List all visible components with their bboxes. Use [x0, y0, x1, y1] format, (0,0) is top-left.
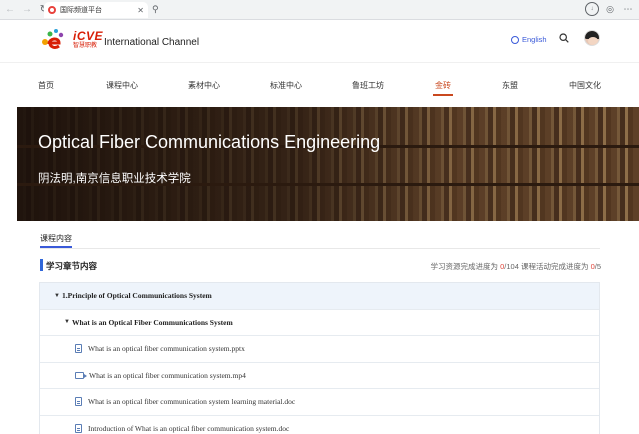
nav-item-home[interactable]: 首页 — [38, 80, 54, 91]
main-navigation: 首页 课程中心 素材中心 标准中心 鲁班工坊 金砖 东盟 中国文化 — [0, 62, 639, 107]
logo-subtitle: 智慧职教 — [73, 43, 98, 49]
resource-title: What is an optical fiber communication s… — [89, 370, 246, 380]
browser-tab[interactable]: 国际频道平台 ✕ — [44, 2, 148, 18]
forward-arrow-icon[interactable]: → — [20, 3, 34, 17]
chapter-title: 1.Principle of Optical Communications Sy… — [62, 291, 212, 301]
search-icon[interactable] — [559, 33, 569, 43]
nav-item-courses[interactable]: 课程中心 — [106, 80, 138, 91]
language-switch[interactable]: English — [511, 35, 547, 44]
favicon-icon — [48, 6, 56, 14]
tab-divider — [40, 248, 600, 249]
section-row[interactable]: ▼ What is an Optical Fiber Communication… — [40, 310, 599, 336]
user-avatar[interactable] — [584, 30, 600, 46]
globe-icon[interactable]: ◎ — [603, 2, 617, 16]
resource-title: What is an optical fiber communication s… — [88, 344, 245, 354]
resource-row[interactable]: What is an optical fiber communication s… — [40, 363, 599, 389]
channel-name: International Channel — [104, 37, 200, 48]
logo-wordmark: iCVE — [73, 29, 104, 43]
activity-progress-total: /5 — [594, 262, 601, 271]
close-tab-icon[interactable]: ✕ — [137, 6, 144, 15]
nav-item-standards[interactable]: 标准中心 — [270, 80, 302, 91]
site-header: iCVE 智慧职教 International Channel English — [0, 20, 639, 62]
course-author: 阴法明,南京信息职业技术学院 — [38, 173, 191, 185]
resource-progress-total: /104 — [504, 262, 519, 271]
nav-item-luban[interactable]: 鲁班工坊 — [352, 80, 384, 91]
caret-down-icon[interactable]: ▼ — [54, 293, 62, 299]
resource-title: Introduction of What is an optical fiber… — [88, 423, 290, 433]
chapter-row[interactable]: ▼ 1.Principle of Optical Communications … — [40, 283, 599, 310]
progress-summary: 学习资源完成进度为 0/104 课程活动完成进度为 0/5 — [430, 262, 601, 271]
browser-toolbar: ← → ↻ 国际频道平台 ✕ ⚲ ↓ ◎ ⋯ — [0, 0, 639, 20]
resource-row[interactable]: What is an optical fiber communication s… — [40, 389, 599, 416]
video-icon — [75, 371, 87, 379]
section-marker — [40, 259, 43, 271]
document-icon — [75, 423, 82, 433]
download-icon[interactable]: ↓ — [585, 2, 599, 16]
back-arrow-icon[interactable]: ← — [3, 3, 17, 17]
globe-icon — [511, 35, 519, 44]
logo-text: iCVE 智慧职教 — [73, 30, 103, 50]
document-icon — [75, 397, 82, 407]
bookshelf-background — [17, 107, 639, 221]
tab-course-content[interactable]: 课程内容 — [40, 233, 72, 244]
document-icon — [75, 344, 82, 354]
nav-item-materials[interactable]: 素材中心 — [188, 80, 220, 91]
course-banner: Optical Fiber Communications Engineering… — [17, 107, 639, 221]
resource-row[interactable]: What is an optical fiber communication s… — [40, 336, 599, 363]
resource-row[interactable]: Introduction of What is an optical fiber… — [40, 416, 599, 434]
chapter-tree: ▼ 1.Principle of Optical Communications … — [39, 282, 600, 434]
section-title: 学习章节内容 — [46, 261, 98, 271]
language-label: English — [522, 35, 547, 44]
nav-item-chinese-culture[interactable]: 中国文化 — [569, 80, 601, 91]
browser-tab-title: 国际频道平台 — [60, 7, 102, 14]
section-row-title: What is an Optical Fiber Communications … — [72, 317, 233, 327]
course-title: Optical Fiber Communications Engineering — [38, 132, 381, 152]
nav-item-brics[interactable]: 金砖 — [435, 80, 451, 91]
tab-search-icon[interactable]: ⚲ — [152, 4, 159, 15]
menu-dots-icon[interactable]: ⋯ — [621, 2, 635, 16]
caret-down-icon[interactable]: ▼ — [64, 319, 72, 325]
nav-item-asean[interactable]: 东盟 — [502, 80, 518, 91]
active-nav-indicator — [433, 94, 453, 96]
resource-title: What is an optical fiber communication s… — [88, 397, 296, 407]
